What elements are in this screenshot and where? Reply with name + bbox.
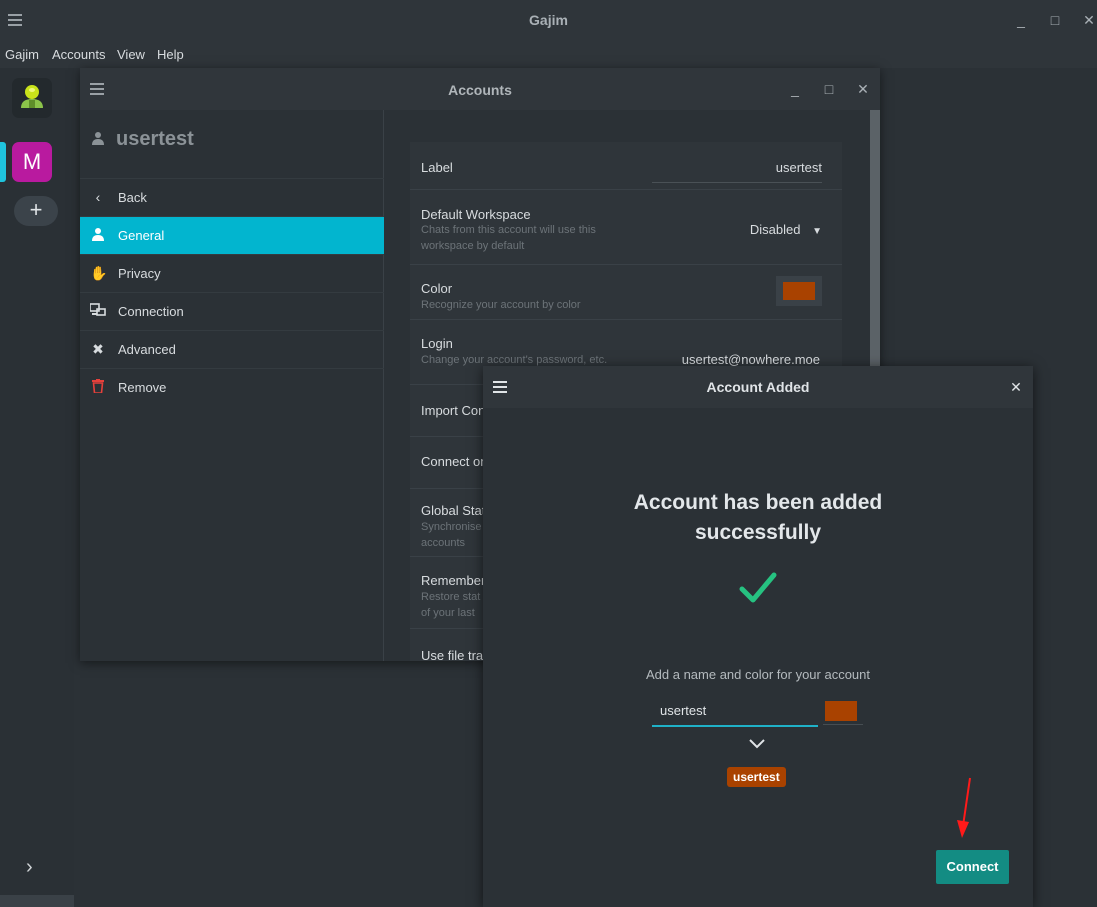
settings-scrollbar[interactable] (870, 110, 880, 370)
accounts-maximize-icon[interactable]: □ (821, 81, 837, 97)
account-preview-badge: usertest (727, 767, 786, 787)
sidebar-item-label: Advanced (118, 342, 176, 357)
chevron-left-icon: ‹ (95, 189, 101, 205)
setting-filetransfer-title: Use file tra (421, 648, 484, 663)
dialog-subtitle: Add a name and color for your account (645, 667, 871, 682)
setting-workspace-title: Default Workspace (421, 207, 531, 222)
menubar: Gajim Accounts View Help (0, 42, 1097, 68)
setting-import-title: Import Con (421, 403, 486, 418)
menu-gajim[interactable]: Gajim (5, 47, 39, 62)
menu-accounts[interactable]: Accounts (52, 47, 105, 62)
expand-chevron-icon[interactable]: › (26, 856, 33, 879)
sidebar-item-label: Connection (118, 304, 184, 319)
account-added-dialog: Account Added ✕ Account has been added s… (483, 366, 1033, 907)
dialog-title: Account Added (706, 379, 810, 395)
setting-login-title: Login (421, 336, 453, 351)
menu-help[interactable]: Help (157, 47, 184, 62)
user-icon (92, 131, 106, 148)
connect-button[interactable]: Connect (936, 850, 1009, 884)
workspace-dropdown[interactable]: Disabled ▼ (750, 222, 822, 237)
setting-row-workspace: Default Workspace Chats from this accoun… (410, 190, 842, 265)
dropdown-arrow-icon: ▼ (812, 226, 822, 237)
setting-remember-desc: Restore stat of your last (421, 591, 481, 619)
accounts-header: Accounts _ □ ✕ (80, 68, 880, 110)
color-picker-button[interactable] (776, 276, 822, 306)
setting-connect-title: Connect on (421, 454, 488, 469)
sidebar-item-label: Privacy (118, 266, 161, 281)
sidebar-item-advanced[interactable]: ✖ Advanced (80, 330, 384, 368)
setting-remember-title: Remember (421, 573, 486, 588)
sidebar-item-label: Back (118, 190, 147, 205)
accounts-minimize-icon[interactable]: _ (787, 81, 803, 97)
main-titlebar: Gajim _ □ ✕ (0, 0, 1097, 42)
account-name-input[interactable]: usertest (652, 700, 818, 727)
active-account-indicator (0, 142, 6, 182)
dialog-color-button[interactable] (823, 699, 863, 725)
account-avatar[interactable]: M (12, 142, 52, 182)
app-title: Gajim (529, 12, 568, 28)
tools-icon: ✖ (92, 341, 104, 357)
setting-label-title: Label (421, 160, 453, 175)
setting-row-label: Label usertest (410, 142, 842, 190)
dialog-color-swatch (825, 701, 857, 721)
account-sidebar: M + › (0, 68, 74, 907)
hand-icon: ✋ (90, 265, 108, 281)
workspace-dropdown-value: Disabled (749, 222, 801, 237)
trash-icon (90, 379, 106, 395)
setting-workspace-desc: Chats from this account will use this wo… (421, 224, 596, 252)
sidebar-item-privacy[interactable]: ✋ Privacy (80, 254, 384, 292)
chevron-down-icon[interactable] (749, 736, 765, 754)
annotation-arrow-icon (957, 777, 971, 838)
person-icon (90, 227, 106, 243)
sidebar-item-label: Remove (118, 380, 167, 395)
maximize-icon[interactable]: □ (1047, 12, 1063, 28)
sidebar-item-general[interactable]: General (80, 216, 384, 254)
setting-color-desc: Recognize your account by color (421, 299, 581, 311)
setting-row-color: Color Recognize your account by color (410, 265, 842, 320)
sidebar-item-remove[interactable]: Remove (80, 368, 384, 406)
settings-sidebar: usertest ‹ Back General ✋ Privacy Connec… (80, 110, 384, 661)
label-input[interactable]: usertest (652, 156, 822, 183)
leftbar-footer (0, 895, 74, 907)
close-icon[interactable]: ✕ (1081, 12, 1097, 28)
minimize-icon[interactable]: _ (1013, 12, 1029, 28)
gajim-logo-icon[interactable] (12, 78, 52, 118)
login-value[interactable]: usertest@nowhere.moe (682, 352, 820, 367)
sidebar-item-label: General (118, 228, 165, 243)
checkmark-icon (739, 572, 777, 603)
sidebar-item-connection[interactable]: Connection (80, 292, 384, 330)
accounts-close-icon[interactable]: ✕ (855, 81, 871, 97)
network-icon (89, 303, 106, 319)
accounts-title: Accounts (448, 82, 512, 98)
menu-view[interactable]: View (117, 47, 145, 62)
setting-color-title: Color (421, 281, 453, 296)
sidebar-item-back[interactable]: ‹ Back (80, 178, 384, 216)
setting-global-desc: Synchronise accounts (421, 521, 482, 549)
setting-global-title: Global Stat (421, 503, 486, 518)
add-account-button[interactable]: + (14, 196, 58, 226)
dialog-header: Account Added ✕ (483, 366, 1033, 408)
color-swatch (783, 282, 815, 300)
dialog-close-icon[interactable]: ✕ (1008, 379, 1024, 395)
success-headline: Account has been added successfully (633, 491, 883, 544)
sidebar-username: usertest (92, 128, 194, 151)
